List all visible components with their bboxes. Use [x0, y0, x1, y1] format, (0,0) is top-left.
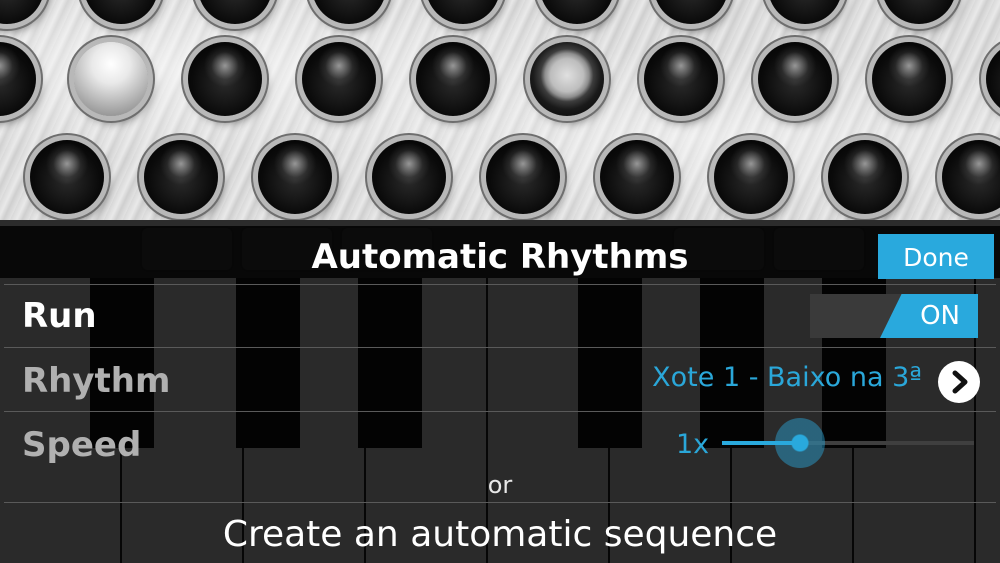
accordion-button[interactable] [84, 0, 158, 24]
speed-slider-thumb[interactable] [775, 418, 825, 468]
accordion-button[interactable] [188, 42, 262, 116]
accordion-button[interactable] [258, 140, 332, 214]
or-separator: or [487, 471, 513, 499]
accordion-button[interactable] [828, 140, 902, 214]
accordion-button[interactable] [312, 0, 386, 24]
accordion-button[interactable] [416, 42, 490, 116]
accordion-button[interactable] [30, 140, 104, 214]
divider [4, 284, 996, 285]
accordion-button[interactable] [600, 140, 674, 214]
accordion-button[interactable] [144, 140, 218, 214]
accordion-button[interactable] [942, 140, 1000, 214]
accordion-button[interactable] [0, 0, 44, 24]
accordion-button[interactable] [768, 0, 842, 24]
divider [4, 502, 996, 503]
chevron-right-icon[interactable] [938, 361, 980, 403]
divider [4, 347, 996, 348]
rhythm-value[interactable]: Xote 1 - Baixo na 3ª [652, 362, 922, 393]
accordion-button[interactable] [714, 140, 788, 214]
speed-slider[interactable] [722, 418, 974, 468]
accordion-button[interactable] [302, 42, 376, 116]
accordion-button[interactable] [758, 42, 832, 116]
speed-value: 1x [676, 429, 710, 460]
accordion-button[interactable] [372, 140, 446, 214]
run-toggle[interactable]: ON [810, 294, 978, 338]
create-sequence-button[interactable]: Create an automatic sequence [0, 514, 1000, 555]
done-button[interactable]: Done [878, 234, 994, 279]
accordion-button[interactable] [540, 0, 614, 24]
accordion-button[interactable] [426, 0, 500, 24]
divider [4, 411, 996, 412]
accordion-button[interactable] [644, 42, 718, 116]
speed-label: Speed [22, 425, 142, 465]
accordion-button[interactable] [882, 0, 956, 24]
accordion-button[interactable] [198, 0, 272, 24]
accordion-button[interactable] [486, 140, 560, 214]
accordion-button-marked[interactable] [530, 42, 604, 116]
automatic-rhythms-panel: Automatic Rhythms Done Run ON Rhythm Xot… [0, 226, 1000, 563]
accordion-button[interactable] [0, 42, 36, 116]
panel-title: Automatic Rhythms [311, 237, 689, 277]
accordion-button[interactable] [872, 42, 946, 116]
run-label: Run [22, 296, 97, 336]
accordion-button-board [0, 0, 1000, 230]
accordion-button-pressed[interactable] [74, 42, 148, 116]
rhythm-label: Rhythm [22, 361, 171, 401]
accordion-button[interactable] [986, 42, 1000, 116]
run-toggle-state: ON [880, 294, 978, 338]
accordion-button[interactable] [654, 0, 728, 24]
